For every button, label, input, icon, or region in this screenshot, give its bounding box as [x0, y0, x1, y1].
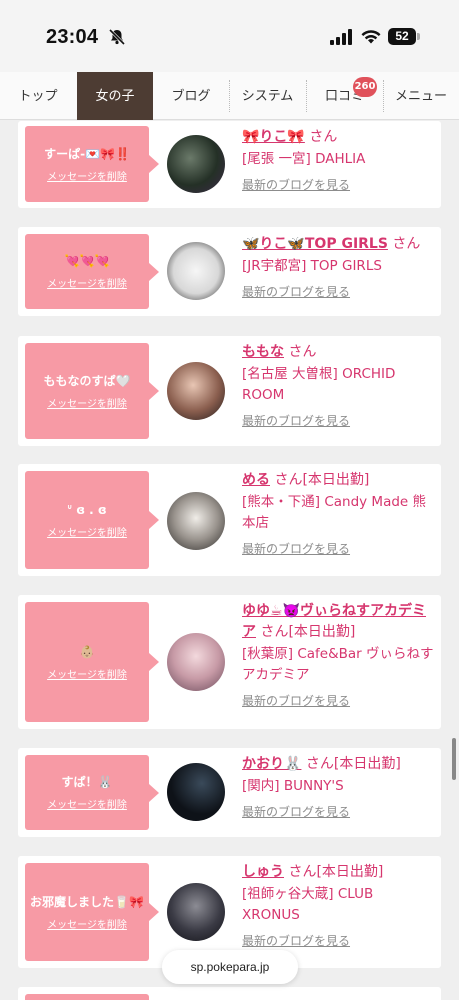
tab-system[interactable]: システム: [229, 72, 306, 120]
list-item: ももなのすぱ🤍 メッセージを削除 ももな さん [名古屋 大曽根] ORCHID…: [18, 336, 441, 446]
profile-info: 🦋りこ🦋TOP GIRLS さん [JR宇都宮] TOP GIRLS 最新のブロ…: [242, 234, 434, 300]
latest-blog-link[interactable]: 最新のブログを見る: [242, 692, 434, 709]
tab-top[interactable]: トップ: [0, 72, 76, 120]
shop-label: [関内] BUNNY'S: [242, 778, 344, 794]
list-item: すぱ！🐰 メッセージを削除 かおり🐰 さん[本日出勤] [関内] BUNNY'S…: [18, 748, 441, 837]
latest-blog-link[interactable]: 最新のブログを見る: [242, 412, 434, 429]
avatar[interactable]: [167, 492, 225, 550]
message-bubble: ももなのすぱ🤍 メッセージを削除: [25, 343, 159, 439]
girl-name-link[interactable]: ももな: [242, 344, 284, 360]
tab-blog[interactable]: ブログ: [153, 72, 229, 120]
message-text: 💘💘💘: [64, 254, 110, 268]
girl-name-link[interactable]: 🦋りこ🦋TOP GIRLS: [242, 236, 388, 252]
profile-info: ゆゆ☕👿ヴぃらねすアカデミア さん[本日出勤] [秋葉原] Cafe&Bar ヴ…: [242, 601, 434, 709]
avatar[interactable]: [167, 135, 225, 193]
name-suffix: さん[本日出勤]: [260, 624, 356, 640]
status-bar: 23:04 52: [0, 0, 459, 72]
shop-label: [名古屋 大曽根] ORCHID ROOM: [242, 366, 396, 403]
girl-name-link[interactable]: 🎀りこ🎀: [242, 129, 305, 145]
profile-info: める さん[本日出勤] [熊本・下通] Candy Made 熊本店 最新のブロ…: [242, 470, 434, 557]
girl-name-link[interactable]: める: [242, 472, 270, 488]
delete-message-link[interactable]: メッセージを削除: [47, 168, 127, 183]
shop-label: [熊本・下通] Candy Made 熊本店: [242, 494, 427, 531]
latest-blog-link[interactable]: 最新のブログを見る: [242, 932, 434, 949]
name-suffix: さん: [392, 236, 421, 252]
latest-blog-link[interactable]: 最新のブログを見る: [242, 540, 434, 557]
shop-label: [JR宇都宮] TOP GIRLS: [242, 258, 382, 274]
avatar[interactable]: [167, 362, 225, 420]
list-item: すーぱ-💌🎀‼️ メッセージを削除 🎀りこ🎀 さん [尾張 一宮] DAHLIA…: [18, 121, 441, 208]
profile-info: ももな さん [名古屋 大曽根] ORCHID ROOM 最新のブログを見る: [242, 342, 434, 429]
delete-message-link[interactable]: メッセージを削除: [47, 395, 127, 410]
delete-message-link[interactable]: メッセージを削除: [47, 275, 127, 290]
name-suffix: さん[本日出勤]: [274, 472, 370, 488]
battery-level: 52: [388, 28, 416, 45]
girl-name-link[interactable]: しゅう: [242, 864, 284, 880]
bell-off-icon: [108, 28, 126, 46]
avatar[interactable]: [167, 242, 225, 300]
message-text: すーぱ-💌🎀‼️: [44, 146, 130, 161]
message-bubble: お邪魔しました🥛🎀 メッセージを削除: [25, 863, 159, 961]
avatar[interactable]: [167, 883, 225, 941]
battery-icon: 52: [388, 28, 420, 45]
latest-blog-link[interactable]: 最新のブログを見る: [242, 176, 434, 193]
message-bubble: すーぱ-💌🎀‼️ メッセージを削除: [25, 126, 159, 202]
name-suffix: さん[本日出勤]: [288, 864, 384, 880]
message-bubble: [25, 994, 149, 1000]
delete-message-link[interactable]: メッセージを削除: [47, 796, 127, 811]
tab-girls[interactable]: 女の子: [77, 72, 153, 120]
status-time: 23:04: [46, 26, 99, 48]
profile-info: しゅう さん[本日出勤] [祖師ヶ谷大蔵] CLUB XRONUS 最新のブログ…: [242, 862, 434, 949]
nav-tabs: トップ 女の子 ブログ システム 口コミ メニュー: [0, 72, 459, 120]
message-text: お邪魔しました🥛🎀: [30, 894, 144, 909]
profile-info: 🎀りこ🎀 さん [尾張 一宮] DAHLIA 最新のブログを見る: [242, 127, 434, 193]
message-text: 👶🏼: [79, 644, 95, 659]
message-text: ももなのすぱ🤍: [43, 373, 131, 388]
cellular-signal-icon: [330, 29, 352, 45]
name-suffix: さん[本日出勤]: [305, 756, 401, 772]
message-text: すぱ！🐰: [61, 775, 113, 789]
latest-blog-link[interactable]: 最新のブログを見る: [242, 283, 434, 300]
tab-menu[interactable]: メニュー: [383, 72, 459, 120]
message-bubble: すぱ！🐰 メッセージを削除: [25, 755, 159, 830]
message-bubble: ᐡ ɞ . ɞ メッセージを削除: [25, 471, 159, 569]
reviews-count-badge: 260: [353, 77, 377, 97]
message-list[interactable]: すーぱ-💌🎀‼️ メッセージを削除 🎀りこ🎀 さん [尾張 一宮] DAHLIA…: [0, 121, 459, 1000]
delete-message-link[interactable]: メッセージを削除: [47, 524, 127, 539]
list-item: 💘💘💘 メッセージを削除 🦋りこ🦋TOP GIRLS さん [JR宇都宮] TO…: [18, 227, 441, 316]
message-bubble: 💘💘💘 メッセージを削除: [25, 234, 159, 309]
list-item: ᐡ ɞ . ɞ メッセージを削除 める さん[本日出勤] [熊本・下通] Can…: [18, 464, 441, 576]
avatar[interactable]: [167, 763, 225, 821]
shop-label: [祖師ヶ谷大蔵] CLUB XRONUS: [242, 886, 374, 923]
scrollbar[interactable]: [452, 738, 456, 780]
list-item: [18, 987, 441, 1000]
url-pill[interactable]: sp.pokepara.jp: [162, 950, 298, 984]
profile-info: かおり🐰 さん[本日出勤] [関内] BUNNY'S 最新のブログを見る: [242, 754, 434, 820]
latest-blog-link[interactable]: 最新のブログを見る: [242, 803, 434, 820]
name-suffix: さん: [288, 344, 317, 360]
delete-message-link[interactable]: メッセージを削除: [47, 916, 127, 931]
message-bubble: 👶🏼 メッセージを削除: [25, 602, 159, 722]
name-suffix: さん: [309, 129, 338, 145]
delete-message-link[interactable]: メッセージを削除: [47, 666, 127, 681]
wifi-icon: [361, 30, 381, 44]
list-item: 👶🏼 メッセージを削除 ゆゆ☕👿ヴぃらねすアカデミア さん[本日出勤] [秋葉原…: [18, 595, 441, 729]
girl-name-link[interactable]: かおり🐰: [242, 756, 301, 772]
shop-label: [秋葉原] Cafe&Bar ヴぃらねすアカデミア: [242, 646, 434, 683]
message-text: ᐡ ɞ . ɞ: [67, 502, 107, 517]
shop-label: [尾張 一宮] DAHLIA: [242, 151, 366, 167]
avatar[interactable]: [167, 633, 225, 691]
